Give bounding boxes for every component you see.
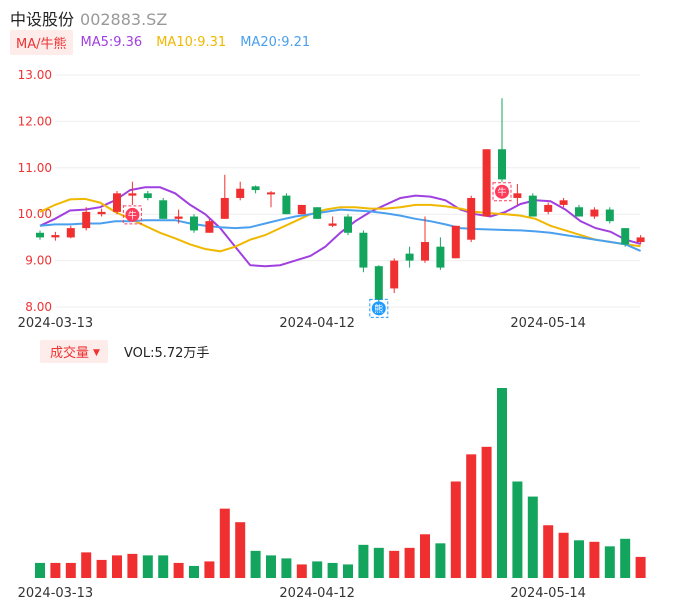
volume-bar bbox=[481, 446, 492, 578]
candle-body bbox=[575, 207, 583, 217]
volume-bar bbox=[404, 547, 415, 578]
volume-bar bbox=[35, 562, 45, 578]
candle-body bbox=[51, 235, 60, 238]
candle-body bbox=[328, 223, 337, 226]
y-tick-label: 8.00 bbox=[25, 300, 52, 314]
candle-body bbox=[513, 193, 522, 198]
volume-bar bbox=[543, 525, 554, 578]
candle-body bbox=[143, 193, 152, 198]
volume-bar bbox=[497, 388, 507, 578]
volume-bar bbox=[281, 558, 292, 578]
kline-chart[interactable]: 13.0012.0011.0010.009.008.00牛熊牛2024-03-1… bbox=[0, 0, 686, 606]
volume-bar bbox=[358, 544, 369, 578]
volume-bar bbox=[50, 562, 61, 578]
volume-bar bbox=[173, 562, 184, 578]
bull-marker-label: 牛 bbox=[497, 186, 506, 198]
volume-bar bbox=[250, 550, 261, 578]
x-tick-label: 2024-03-13 bbox=[18, 316, 94, 331]
candle-body bbox=[405, 253, 414, 261]
candle-body bbox=[359, 232, 368, 268]
candle-body bbox=[128, 193, 137, 196]
volume-bar bbox=[189, 565, 199, 578]
volume-bar bbox=[219, 508, 230, 578]
volume-bar bbox=[589, 541, 600, 578]
volume-bar bbox=[96, 559, 107, 578]
y-tick-label: 13.00 bbox=[18, 68, 52, 82]
bull-marker-label: 牛 bbox=[128, 209, 137, 221]
volume-bar bbox=[343, 564, 353, 578]
candle-body bbox=[390, 260, 399, 289]
volume-bar bbox=[204, 561, 215, 578]
candle-body bbox=[482, 149, 491, 217]
x-tick-label: 2024-04-12 bbox=[279, 316, 355, 331]
x-tick-label: 2024-05-14 bbox=[510, 316, 586, 331]
candle-body bbox=[559, 200, 568, 205]
volume-bar bbox=[635, 556, 646, 578]
candle-body bbox=[236, 188, 245, 198]
volume-bar bbox=[112, 555, 122, 578]
volume-bar bbox=[466, 454, 477, 578]
candle-body bbox=[451, 225, 460, 259]
volume-bar bbox=[266, 555, 276, 578]
candle-body bbox=[374, 266, 383, 301]
volume-bar bbox=[158, 555, 169, 578]
volume-bar bbox=[435, 543, 446, 578]
volume-bar bbox=[574, 540, 584, 578]
candle-body bbox=[251, 186, 260, 191]
volume-bar bbox=[142, 555, 153, 578]
candle-body bbox=[267, 192, 275, 195]
x-tick-label: 2024-05-14 bbox=[510, 586, 586, 601]
candle-body bbox=[621, 228, 630, 245]
candle-body bbox=[220, 197, 229, 219]
candle-body bbox=[159, 200, 168, 219]
volume-bar bbox=[296, 564, 307, 578]
y-tick-label: 11.00 bbox=[18, 161, 52, 175]
volume-bar bbox=[65, 562, 76, 578]
volume-bar bbox=[527, 496, 538, 578]
y-tick-label: 12.00 bbox=[18, 114, 52, 128]
candle-body bbox=[344, 216, 352, 233]
x-tick-label: 2024-04-12 bbox=[279, 586, 355, 601]
candle-body bbox=[82, 211, 91, 229]
candle-body bbox=[590, 209, 599, 217]
volume-bar bbox=[235, 522, 246, 578]
candle-body bbox=[498, 149, 506, 180]
volume-bar bbox=[127, 553, 138, 578]
candle-body bbox=[36, 232, 44, 238]
volume-bar bbox=[327, 562, 338, 578]
candle-body bbox=[436, 246, 445, 268]
candle-body bbox=[282, 195, 291, 215]
x-tick-label: 2024-03-13 bbox=[18, 586, 94, 601]
candle-body bbox=[467, 197, 476, 240]
y-tick-label: 9.00 bbox=[25, 254, 52, 268]
candle-body bbox=[190, 216, 198, 231]
volume-bar bbox=[373, 547, 384, 578]
candle-body bbox=[544, 204, 553, 212]
candle-body bbox=[97, 211, 106, 215]
candle-body bbox=[313, 207, 322, 219]
candle-body bbox=[66, 228, 75, 238]
volume-bar bbox=[312, 561, 323, 578]
volume-bar bbox=[620, 538, 631, 578]
volume-bar bbox=[450, 481, 461, 578]
volume-bar bbox=[558, 532, 569, 578]
candle-body bbox=[174, 216, 183, 219]
candle-body bbox=[113, 193, 121, 212]
volume-bar bbox=[81, 552, 92, 578]
candle-body bbox=[528, 195, 537, 217]
candle-body bbox=[297, 204, 306, 215]
candle-body bbox=[205, 221, 214, 233]
volume-bar bbox=[389, 550, 400, 578]
volume-bar bbox=[512, 481, 523, 578]
bear-marker-label: 熊 bbox=[374, 303, 383, 315]
candle-body bbox=[421, 242, 429, 261]
candle-body bbox=[605, 209, 614, 222]
volume-bar bbox=[420, 534, 430, 578]
volume-bar bbox=[604, 546, 615, 578]
candle-body bbox=[636, 237, 645, 243]
